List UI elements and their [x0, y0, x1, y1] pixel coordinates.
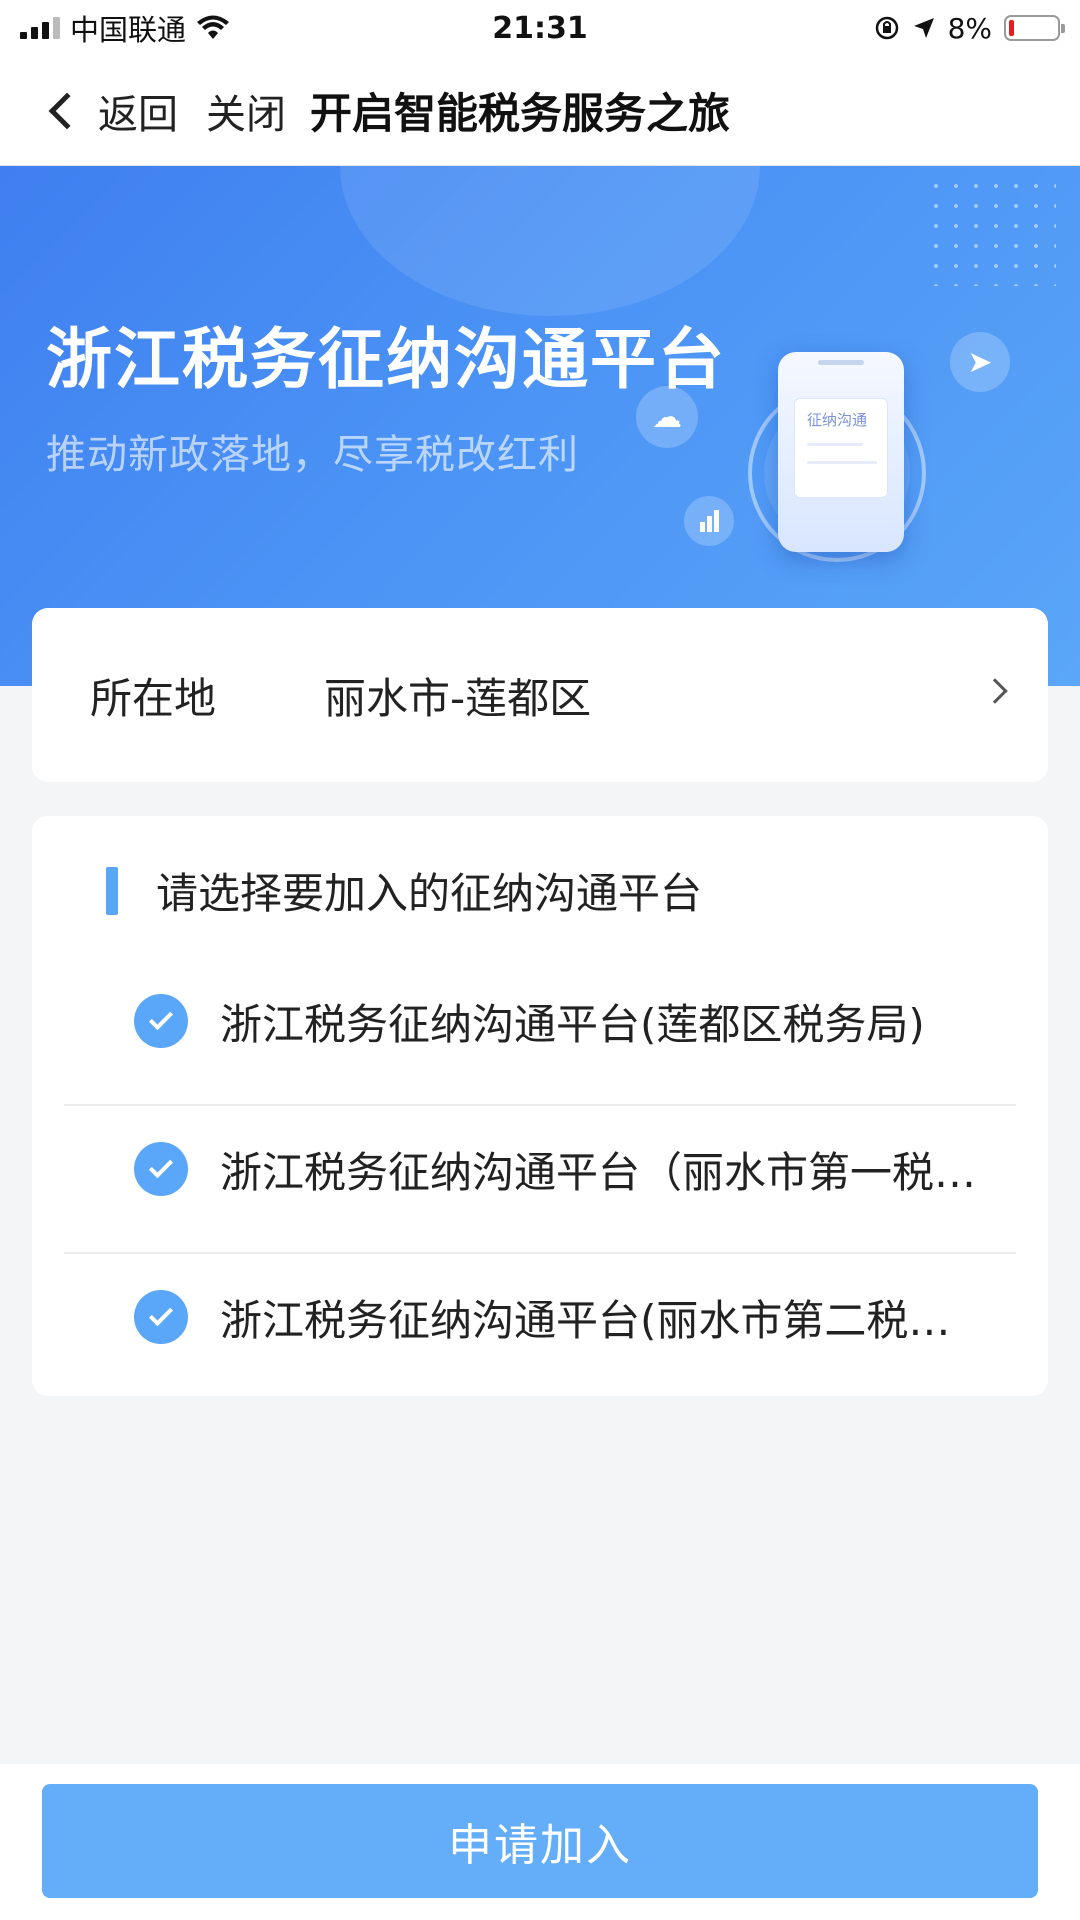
orientation-lock-icon — [875, 16, 898, 40]
platform-option-label: 浙江税务征纳沟通平台（丽水市第一税… — [220, 1147, 977, 1197]
bottom-action-bar: 申请加入 — [0, 1764, 1080, 1920]
section-accent-bar — [106, 866, 118, 915]
chevron-left-icon — [48, 92, 86, 129]
status-left: 中国联通 — [20, 7, 230, 49]
checkmark-icon[interactable] — [134, 1290, 188, 1344]
status-right: 8% — [874, 11, 1065, 45]
apply-join-button[interactable]: 申请加入 — [42, 1784, 1038, 1898]
location-value: 丽水市-莲都区 — [324, 673, 592, 723]
checkmark-icon[interactable] — [134, 1142, 188, 1196]
bar-chart-icon — [684, 496, 734, 546]
phone-screen: 征纳沟通 — [794, 398, 888, 498]
location-arrow-icon — [913, 18, 934, 38]
battery-percent: 8% — [947, 11, 992, 45]
platform-option[interactable]: 浙江税务征纳沟通平台（丽水市第一税… — [64, 1096, 1016, 1242]
phone-illustration: 征纳沟通 — [778, 352, 904, 552]
platform-option[interactable]: 浙江税务征纳沟通平台(莲都区税务局) — [64, 948, 1016, 1094]
platform-option-label: 浙江税务征纳沟通平台(莲都区税务局) — [220, 999, 925, 1049]
signal-icon — [20, 17, 60, 39]
banner-subtitle: 推动新政落地，尽享税改红利 — [46, 432, 579, 478]
carrier-name: 中国联通 — [70, 13, 187, 47]
paper-plane-icon: ➤ — [950, 332, 1010, 392]
back-label: 返回 — [98, 91, 178, 138]
phone-screen-label: 征纳沟通 — [807, 411, 868, 429]
banner-glow — [340, 166, 760, 316]
status-bar: 中国联通 21:31 8% — [0, 0, 1080, 56]
page-title: 开启智能税务服务之旅 — [310, 89, 731, 138]
banner-title: 浙江税务征纳沟通平台 — [46, 321, 726, 398]
cloud-icon: ☁ — [636, 386, 698, 448]
battery-icon — [1004, 15, 1065, 41]
section-title: 请选择要加入的征纳沟通平台 — [156, 869, 703, 918]
back-button[interactable]: 返回 — [46, 82, 178, 140]
app-page: 中国联通 21:31 8% 返回 关闭 开启智能税务服务之旅 浙江税务征纳沟通平… — [0, 0, 1080, 1920]
platform-option-label: 浙江税务征纳沟通平台(丽水市第二税… — [220, 1295, 951, 1345]
chevron-right-icon — [982, 678, 1008, 704]
location-selector[interactable]: 所在地 丽水市-莲都区 — [32, 608, 1048, 782]
nav-bar: 返回 关闭 开启智能税务服务之旅 — [0, 56, 1080, 166]
dot-pattern-decoration — [926, 176, 1056, 286]
close-button[interactable]: 关闭 — [206, 82, 286, 140]
platform-option[interactable]: 浙江税务征纳沟通平台(丽水市第二税… — [64, 1244, 1016, 1390]
location-label: 所在地 — [90, 673, 217, 723]
wifi-icon — [197, 15, 230, 39]
platform-list-card: 请选择要加入的征纳沟通平台 浙江税务征纳沟通平台(莲都区税务局) 浙江税务征纳沟… — [32, 816, 1048, 1396]
section-header: 请选择要加入的征纳沟通平台 — [106, 860, 702, 921]
checkmark-icon[interactable] — [134, 994, 188, 1048]
